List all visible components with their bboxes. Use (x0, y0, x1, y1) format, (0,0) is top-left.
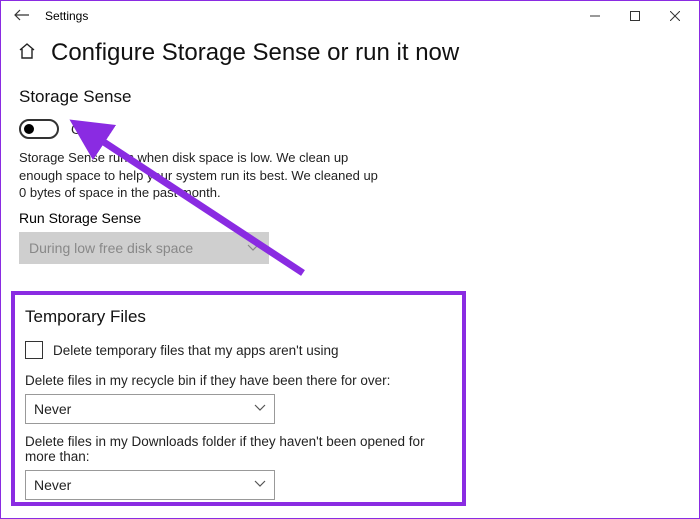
downloads-label: Delete files in my Downloads folder if t… (25, 434, 452, 464)
toggle-knob (24, 124, 34, 134)
recycle-bin-select[interactable]: Never (25, 394, 275, 424)
storage-sense-description: Storage Sense runs when disk space is lo… (19, 149, 379, 202)
chevron-down-icon (247, 241, 259, 255)
close-button[interactable] (655, 2, 695, 30)
run-storage-sense-select: During low free disk space (19, 232, 269, 264)
titlebar: Settings (1, 1, 699, 31)
downloads-select-value: Never (34, 477, 71, 493)
run-select-value: During low free disk space (29, 240, 193, 256)
storage-sense-heading: Storage Sense (19, 87, 681, 107)
delete-temp-label: Delete temporary files that my apps aren… (53, 343, 338, 358)
temp-files-heading: Temporary Files (25, 307, 452, 327)
storage-sense-toggle[interactable] (19, 119, 59, 139)
downloads-select[interactable]: Never (25, 470, 275, 500)
run-storage-sense-label: Run Storage Sense (19, 210, 681, 226)
chevron-down-icon (254, 403, 266, 415)
maximize-button[interactable] (615, 2, 655, 30)
temporary-files-panel: Temporary Files Delete temporary files t… (11, 291, 466, 506)
minimize-button[interactable] (575, 2, 615, 30)
back-button[interactable] (5, 8, 39, 25)
chevron-down-icon (254, 479, 266, 491)
app-title: Settings (39, 9, 88, 23)
delete-temp-checkbox[interactable] (25, 341, 43, 359)
window-controls (575, 2, 695, 30)
recycle-select-value: Never (34, 401, 71, 417)
recycle-bin-label: Delete files in my recycle bin if they h… (25, 373, 452, 388)
page-title: Configure Storage Sense or run it now (51, 39, 459, 67)
home-icon[interactable] (17, 41, 37, 66)
toggle-state-label: Off (71, 121, 89, 137)
page-header: Configure Storage Sense or run it now (1, 31, 699, 81)
